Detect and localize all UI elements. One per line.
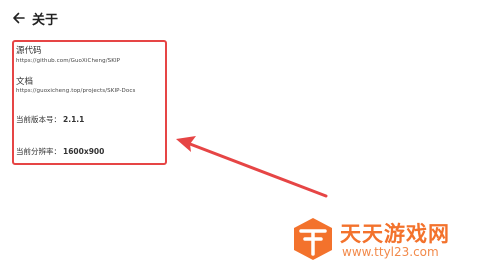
watermark-text: 天天游戏网 xyxy=(340,222,450,246)
watermark-logo-icon xyxy=(294,218,332,260)
page-title: 关于 xyxy=(32,13,59,28)
back-arrow-icon[interactable] xyxy=(11,10,27,26)
app-bar: 关于 xyxy=(0,0,500,38)
watermark-url: www.ttyl23.com xyxy=(342,245,439,259)
watermark: 天天游戏网 www.ttyl23.com xyxy=(288,214,498,268)
highlight-box xyxy=(12,40,167,165)
